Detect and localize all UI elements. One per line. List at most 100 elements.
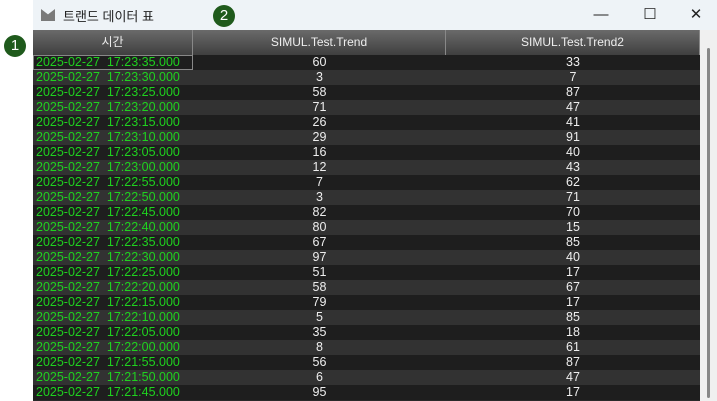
table-row[interactable]: 2025-02-27 17:22:15.000 79 17 [33, 295, 700, 310]
minimize-button[interactable]: — [578, 0, 624, 30]
table-row[interactable]: 2025-02-27 17:22:00.000 8 61 [33, 340, 700, 355]
cell-time[interactable]: 2025-02-27 17:21:45.000 [33, 385, 193, 400]
cell-trend[interactable]: 5 [193, 310, 446, 325]
cell-time[interactable]: 2025-02-27 17:21:55.000 [33, 355, 193, 370]
cell-trend2[interactable]: 7 [446, 70, 700, 85]
cell-time[interactable]: 2025-02-27 17:23:30.000 [33, 70, 193, 85]
cell-trend2[interactable]: 40 [446, 250, 700, 265]
cell-trend2[interactable]: 91 [446, 130, 700, 145]
cell-time[interactable]: 2025-02-27 17:23:00.000 [33, 160, 193, 175]
cell-trend[interactable]: 29 [193, 130, 446, 145]
cell-trend2[interactable]: 62 [446, 175, 700, 190]
cell-time[interactable]: 2025-02-27 17:23:05.000 [33, 145, 193, 160]
cell-time[interactable]: 2025-02-27 17:23:25.000 [33, 85, 193, 100]
cell-time[interactable]: 2025-02-27 17:21:50.000 [33, 370, 193, 385]
cell-trend[interactable]: 58 [193, 85, 446, 100]
table-row[interactable]: 2025-02-27 17:23:20.000 71 47 [33, 100, 700, 115]
cell-trend[interactable]: 80 [193, 220, 446, 235]
cell-trend2[interactable]: 47 [446, 100, 700, 115]
cell-time[interactable]: 2025-02-27 17:22:10.000 [33, 310, 193, 325]
cell-trend[interactable]: 97 [193, 250, 446, 265]
cell-trend2[interactable]: 40 [446, 145, 700, 160]
cell-trend[interactable]: 26 [193, 115, 446, 130]
cell-trend[interactable]: 12 [193, 160, 446, 175]
cell-trend2[interactable]: 43 [446, 160, 700, 175]
cell-time[interactable]: 2025-02-27 17:23:35.000 [33, 55, 193, 70]
cell-trend2[interactable]: 17 [446, 295, 700, 310]
column-header-time[interactable]: 시간 [33, 30, 193, 55]
cell-trend[interactable]: 60 [193, 55, 446, 70]
cell-trend2[interactable]: 71 [446, 190, 700, 205]
close-button[interactable]: ✕ [673, 0, 717, 30]
cell-time[interactable]: 2025-02-27 17:22:05.000 [33, 325, 193, 340]
cell-trend2[interactable]: 15 [446, 220, 700, 235]
cell-time[interactable]: 2025-02-27 17:22:50.000 [33, 190, 193, 205]
table-row[interactable]: 2025-02-27 17:23:30.000 3 7 [33, 70, 700, 85]
cell-trend[interactable]: 6 [193, 370, 446, 385]
table-row[interactable]: 2025-02-27 17:22:35.000 67 85 [33, 235, 700, 250]
column-header-trend2[interactable]: SIMUL.Test.Trend2 [446, 30, 700, 55]
table-row[interactable]: 2025-02-27 17:23:05.000 16 40 [33, 145, 700, 160]
table-row[interactable]: 2025-02-27 17:22:40.000 80 15 [33, 220, 700, 235]
cell-trend[interactable]: 8 [193, 340, 446, 355]
cell-time[interactable]: 2025-02-27 17:22:45.000 [33, 205, 193, 220]
table-row[interactable]: 2025-02-27 17:22:05.000 35 18 [33, 325, 700, 340]
table-row[interactable]: 2025-02-27 17:22:50.000 3 71 [33, 190, 700, 205]
cell-trend[interactable]: 95 [193, 385, 446, 400]
cell-trend2[interactable]: 41 [446, 115, 700, 130]
table-row[interactable]: 2025-02-27 17:23:25.000 58 87 [33, 85, 700, 100]
table-row[interactable]: 2025-02-27 17:22:55.000 7 62 [33, 175, 700, 190]
maximize-button[interactable]: ☐ [627, 0, 673, 30]
cell-trend[interactable]: 7 [193, 175, 446, 190]
table-row[interactable]: 2025-02-27 17:22:10.000 5 85 [33, 310, 700, 325]
table-row[interactable]: 2025-02-27 17:21:55.000 56 87 [33, 355, 700, 370]
vertical-scrollbar[interactable] [700, 30, 717, 401]
cell-trend[interactable]: 3 [193, 70, 446, 85]
cell-trend[interactable]: 56 [193, 355, 446, 370]
cell-time[interactable]: 2025-02-27 17:22:55.000 [33, 175, 193, 190]
cell-time[interactable]: 2025-02-27 17:22:30.000 [33, 250, 193, 265]
table-row[interactable]: 2025-02-27 17:23:10.000 29 91 [33, 130, 700, 145]
column-header-trend[interactable]: SIMUL.Test.Trend [193, 30, 446, 55]
cell-time[interactable]: 2025-02-27 17:22:35.000 [33, 235, 193, 250]
scrollbar-thumb[interactable] [707, 48, 710, 398]
table-row[interactable]: 2025-02-27 17:21:50.000 6 47 [33, 370, 700, 385]
cell-trend2[interactable]: 18 [446, 325, 700, 340]
cell-trend2[interactable]: 61 [446, 340, 700, 355]
cell-trend[interactable]: 51 [193, 265, 446, 280]
cell-trend2[interactable]: 67 [446, 280, 700, 295]
cell-trend2[interactable]: 87 [446, 355, 700, 370]
cell-time[interactable]: 2025-02-27 17:23:20.000 [33, 100, 193, 115]
cell-trend[interactable]: 58 [193, 280, 446, 295]
cell-trend2[interactable]: 85 [446, 235, 700, 250]
cell-trend2[interactable]: 85 [446, 310, 700, 325]
cell-trend[interactable]: 3 [193, 190, 446, 205]
cell-trend2[interactable]: 33 [446, 55, 700, 70]
table-row[interactable]: 2025-02-27 17:23:35.000 60 33 [33, 55, 700, 70]
cell-time[interactable]: 2025-02-27 17:22:40.000 [33, 220, 193, 235]
cell-trend[interactable]: 71 [193, 100, 446, 115]
table-row[interactable]: 2025-02-27 17:21:45.000 95 17 [33, 385, 700, 400]
cell-time[interactable]: 2025-02-27 17:22:00.000 [33, 340, 193, 355]
table-row[interactable]: 2025-02-27 17:22:25.000 51 17 [33, 265, 700, 280]
cell-trend2[interactable]: 47 [446, 370, 700, 385]
cell-time[interactable]: 2025-02-27 17:22:25.000 [33, 265, 193, 280]
cell-trend[interactable]: 79 [193, 295, 446, 310]
cell-trend2[interactable]: 70 [446, 205, 700, 220]
table-row[interactable]: 2025-02-27 17:22:20.000 58 67 [33, 280, 700, 295]
cell-trend2[interactable]: 17 [446, 385, 700, 400]
cell-time[interactable]: 2025-02-27 17:22:15.000 [33, 295, 193, 310]
table-row[interactable]: 2025-02-27 17:22:30.000 97 40 [33, 250, 700, 265]
cell-time[interactable]: 2025-02-27 17:23:15.000 [33, 115, 193, 130]
cell-time[interactable]: 2025-02-27 17:22:20.000 [33, 280, 193, 295]
cell-trend[interactable]: 35 [193, 325, 446, 340]
cell-trend[interactable]: 67 [193, 235, 446, 250]
cell-time[interactable]: 2025-02-27 17:23:10.000 [33, 130, 193, 145]
table-row[interactable]: 2025-02-27 17:23:15.000 26 41 [33, 115, 700, 130]
table-row[interactable]: 2025-02-27 17:23:00.000 12 43 [33, 160, 700, 175]
cell-trend2[interactable]: 87 [446, 85, 700, 100]
cell-trend[interactable]: 16 [193, 145, 446, 160]
cell-trend2[interactable]: 17 [446, 265, 700, 280]
table-row[interactable]: 2025-02-27 17:22:45.000 82 70 [33, 205, 700, 220]
cell-trend[interactable]: 82 [193, 205, 446, 220]
